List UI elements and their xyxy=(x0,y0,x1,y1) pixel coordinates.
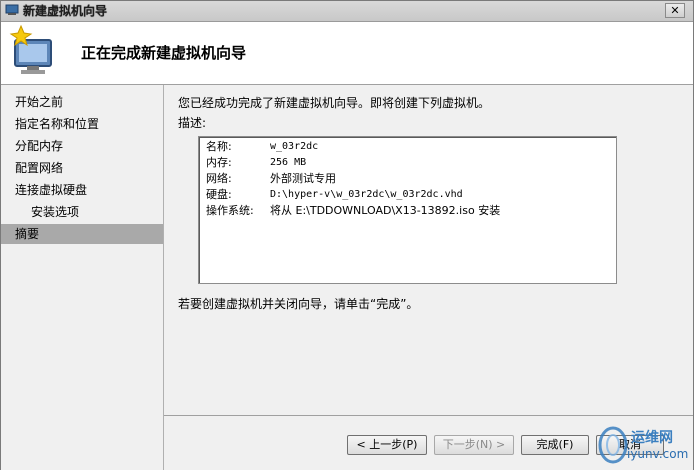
watermark-title: 运维网 xyxy=(631,430,673,446)
virtual-machine-icon xyxy=(5,4,19,15)
sidebar-item-memory[interactable]: 分配内存 xyxy=(1,136,163,156)
close-button[interactable]: ✕ xyxy=(665,3,685,18)
finish-instruction: 若要创建虚拟机并关闭向导，请单击“完成”。 xyxy=(178,297,419,311)
page-title: 正在完成新建虚拟机向导 xyxy=(81,44,247,62)
window-title: 新建虚拟机向导 xyxy=(23,4,108,18)
sidebar-item-virtual-disk[interactable]: 连接虚拟硬盘 xyxy=(1,180,163,200)
summary-key: 名称: xyxy=(206,140,232,153)
wizard-window: 新建虚拟机向导 ✕ 正在完成新建虚拟机向导 开始之前 指定名称和位置 分配内存 … xyxy=(0,0,694,470)
summary-value: 将从 E:\TDDOWNLOAD\X13-13892.iso 安装 xyxy=(270,204,501,217)
previous-button[interactable]: < 上一步(P) xyxy=(347,435,427,455)
summary-key: 硬盘: xyxy=(206,188,232,201)
sidebar-item-install-options[interactable]: 安装选项 xyxy=(1,202,163,222)
watermark-logo-icon xyxy=(598,426,628,464)
watermark-url: iyunv.com xyxy=(627,447,689,461)
new-vm-icon xyxy=(9,24,52,74)
sidebar-item-networking[interactable]: 配置网络 xyxy=(1,158,163,178)
site-watermark: 运维网 iyunv.com xyxy=(597,421,693,469)
intro-text: 您已经成功完成了新建虚拟机向导。即将创建下列虚拟机。 xyxy=(178,96,491,110)
sidebar-item-before-you-begin[interactable]: 开始之前 xyxy=(1,92,163,112)
description-label: 描述: xyxy=(178,116,207,130)
summary-key: 操作系统: xyxy=(206,204,254,217)
wizard-steps-sidebar: 开始之前 指定名称和位置 分配内存 配置网络 连接虚拟硬盘 安装选项 摘要 xyxy=(1,85,164,470)
summary-key: 内存: xyxy=(206,156,232,169)
summary-value: w_03r2dc xyxy=(270,141,319,152)
wizard-header: 正在完成新建虚拟机向导 xyxy=(1,22,693,85)
next-button[interactable]: 下一步(N) > xyxy=(434,435,514,455)
summary-value: 外部测试专用 xyxy=(270,172,336,185)
sidebar-item-summary[interactable]: 摘要 xyxy=(1,224,163,244)
summary-panel: 您已经成功完成了新建虚拟机向导。即将创建下列虚拟机。 描述: 名称: w_03r… xyxy=(164,85,693,415)
summary-key: 网络: xyxy=(206,172,232,185)
title-bar[interactable]: 新建虚拟机向导 ✕ xyxy=(1,1,693,22)
finish-button[interactable]: 完成(F) xyxy=(521,435,589,455)
close-icon: ✕ xyxy=(670,4,680,17)
sidebar-item-name-location[interactable]: 指定名称和位置 xyxy=(1,114,163,134)
summary-value: 256 MB xyxy=(270,157,307,168)
summary-textbox[interactable]: 名称: w_03r2dc 内存: 256 MB 网络: 外部测试专用 硬盘: D… xyxy=(198,136,617,284)
summary-value: D:\hyper-v\w_03r2dc\w_03r2dc.vhd xyxy=(270,189,463,200)
